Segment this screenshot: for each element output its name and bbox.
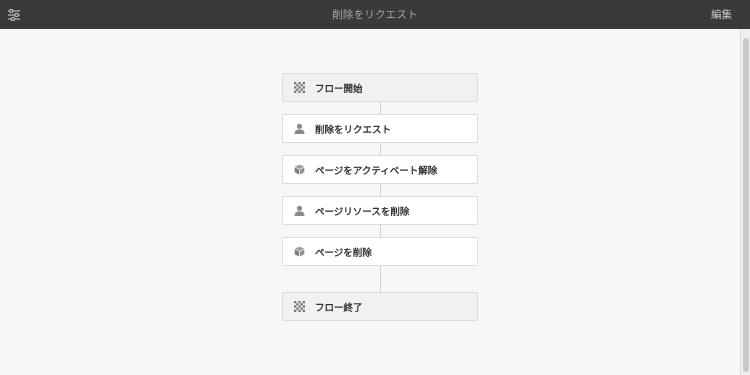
step-label: 削除をリクエスト [315, 124, 392, 136]
flow-end-step[interactable]: フロー終了 [282, 292, 478, 321]
workflow-diagram: フロー開始 削除をリクエスト ページをアクティベート解除 ページリソースを削除 … [0, 29, 740, 375]
sliders-icon[interactable] [6, 7, 21, 22]
connector-line [380, 143, 381, 155]
edit-button[interactable]: 編集 [711, 7, 732, 22]
connector-line [380, 266, 381, 292]
step-label: ページをアクティベート解除 [315, 165, 438, 177]
page-title: 削除をリクエスト [332, 9, 418, 21]
top-bar: 削除をリクエスト 編集 [0, 0, 750, 29]
workflow-canvas: フロー開始 削除をリクエスト ページをアクティベート解除 ページリソースを削除 … [0, 29, 740, 375]
user-icon [293, 123, 305, 135]
scrollbar-thumb[interactable] [743, 38, 749, 372]
request-delete-step[interactable]: 削除をリクエスト [282, 114, 478, 143]
delete-page-step[interactable]: ページを削除 [282, 237, 478, 266]
step-label: ページリソースを削除 [315, 206, 410, 218]
deactivate-page-step[interactable]: ページをアクティベート解除 [282, 155, 478, 184]
user-icon [293, 205, 305, 217]
vertical-scrollbar[interactable] [740, 29, 750, 375]
flow-start-step[interactable]: フロー開始 [282, 73, 478, 102]
step-label: フロー終了 [315, 302, 363, 314]
connector-line [380, 225, 381, 237]
cube-icon [293, 164, 305, 176]
step-label: フロー開始 [315, 83, 363, 95]
checkered-flag-icon [293, 301, 305, 313]
connector-line [380, 184, 381, 196]
connector-line [380, 102, 381, 114]
step-label: ページを削除 [315, 247, 372, 259]
checkered-flag-icon [293, 82, 305, 94]
cube-icon [293, 246, 305, 258]
delete-page-resources-step[interactable]: ページリソースを削除 [282, 196, 478, 225]
